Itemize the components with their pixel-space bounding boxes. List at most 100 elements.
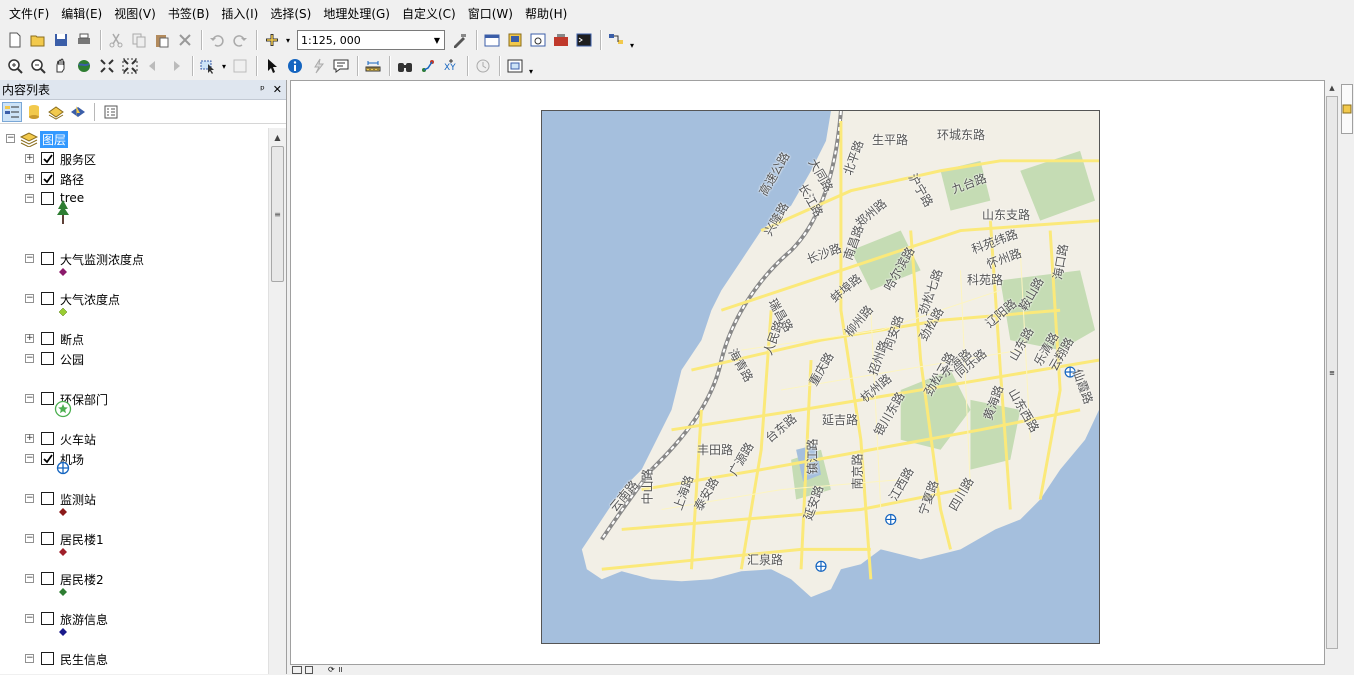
collapse-icon[interactable]: − xyxy=(25,394,34,403)
undo-icon[interactable] xyxy=(206,29,228,51)
map-scale-combo[interactable]: 1:125, 000 ▼ xyxy=(297,30,445,50)
scroll-up-icon[interactable]: ▲ xyxy=(269,128,286,146)
layer-row[interactable]: − 居民楼2 xyxy=(0,570,260,588)
html-popup-icon[interactable] xyxy=(330,55,352,77)
list-by-drawing-order-icon[interactable] xyxy=(2,101,22,122)
toolbar-overflow-icon[interactable]: ▾ xyxy=(527,56,535,76)
layer-visibility-checkbox[interactable] xyxy=(41,192,54,205)
expand-icon[interactable]: + xyxy=(25,154,34,163)
layer-visibility-checkbox[interactable] xyxy=(41,252,54,265)
expand-icon[interactable]: + xyxy=(25,174,34,183)
data-view-icon[interactable] xyxy=(292,665,302,674)
create-viewer-icon[interactable] xyxy=(504,55,526,77)
table-icon[interactable] xyxy=(481,29,503,51)
layer-name[interactable]: 服务区 xyxy=(60,151,96,168)
full-extent-icon[interactable] xyxy=(73,55,95,77)
layer-visibility-checkbox[interactable] xyxy=(41,432,54,445)
hyperlink-icon[interactable] xyxy=(307,55,329,77)
layer-row[interactable]: − 大气监测浓度点 xyxy=(0,250,260,268)
options-icon[interactable] xyxy=(101,102,121,122)
refresh-icon[interactable]: ⟳ xyxy=(328,665,335,674)
collapse-icon[interactable]: − xyxy=(25,614,34,623)
measure-icon[interactable] xyxy=(362,55,384,77)
zoom-out-icon[interactable] xyxy=(27,55,49,77)
layer-visibility-checkbox[interactable] xyxy=(41,612,54,625)
layer-row[interactable]: − 居民楼1 xyxy=(0,530,260,548)
save-icon[interactable] xyxy=(50,29,72,51)
menu-item[interactable]: 地理处理(G) xyxy=(317,3,396,25)
layer-name[interactable]: 旅游信息 xyxy=(60,611,108,628)
editor-icon[interactable] xyxy=(449,29,471,51)
map-view[interactable]: 生平路 环城东路 大同路 长江路 北平路 高速公路 沪宁路 九台路 山东支路 郑州路 兴隆路 长沙路南… xyxy=(290,80,1325,665)
add-data-icon[interactable] xyxy=(261,29,283,51)
dropdown-arrow-icon[interactable]: ▾ xyxy=(284,29,292,51)
model-builder-icon[interactable] xyxy=(605,29,627,51)
pan-icon[interactable] xyxy=(50,55,72,77)
layer-name[interactable]: 路径 xyxy=(60,171,84,188)
map-scrollbar[interactable]: ▲ ≡ xyxy=(1325,80,1339,665)
new-icon[interactable] xyxy=(4,29,26,51)
layer-visibility-checkbox[interactable] xyxy=(41,572,54,585)
menu-item[interactable]: 插入(I) xyxy=(215,3,264,25)
expand-icon[interactable]: + xyxy=(25,334,34,343)
zoom-in-icon[interactable] xyxy=(4,55,26,77)
select-features-icon[interactable] xyxy=(197,55,219,77)
back-icon[interactable] xyxy=(142,55,164,77)
layer-row[interactable]: + 路径 xyxy=(0,170,260,188)
delete-icon[interactable] xyxy=(174,29,196,51)
redo-icon[interactable] xyxy=(229,29,251,51)
collapse-icon[interactable]: − xyxy=(25,494,34,503)
layer-row[interactable]: − 旅游信息 xyxy=(0,610,260,628)
find-icon[interactable] xyxy=(394,55,416,77)
layer-visibility-checkbox[interactable] xyxy=(41,292,54,305)
catalog-dock-tab[interactable] xyxy=(1341,84,1353,134)
collapse-icon[interactable]: − xyxy=(6,134,15,143)
layer-row[interactable]: + 火车站 xyxy=(0,430,260,448)
select-elements-icon[interactable] xyxy=(261,55,283,77)
layer-name[interactable]: 断点 xyxy=(60,331,84,348)
collapse-icon[interactable]: − xyxy=(25,254,34,263)
expand-icon[interactable]: + xyxy=(25,434,34,443)
layer-visibility-checkbox[interactable] xyxy=(41,532,54,545)
python-icon[interactable] xyxy=(573,29,595,51)
layer-visibility-checkbox[interactable] xyxy=(41,332,54,345)
pause-icon[interactable]: ॥ xyxy=(338,664,343,675)
list-by-selection-icon[interactable] xyxy=(68,102,88,122)
layer-visibility-checkbox[interactable] xyxy=(41,152,54,165)
collapse-icon[interactable]: − xyxy=(25,654,34,663)
menu-item[interactable]: 窗口(W) xyxy=(462,3,519,25)
layer-visibility-checkbox[interactable] xyxy=(41,352,54,365)
goto-xy-icon[interactable]: XY xyxy=(440,55,462,77)
layers-root-label[interactable]: 图层 xyxy=(40,131,69,148)
fixed-zoom-in-icon[interactable] xyxy=(96,55,118,77)
forward-icon[interactable] xyxy=(165,55,187,77)
layer-visibility-checkbox[interactable] xyxy=(41,652,54,665)
open-icon[interactable] xyxy=(27,29,49,51)
time-slider-icon[interactable] xyxy=(472,55,494,77)
layer-row[interactable]: + 服务区 xyxy=(0,150,260,168)
chevron-down-icon[interactable]: ▼ xyxy=(430,31,444,49)
layout-view-icon[interactable] xyxy=(305,665,313,674)
menu-item[interactable]: 编辑(E) xyxy=(55,3,108,25)
list-by-source-icon[interactable] xyxy=(24,102,44,122)
clear-selection-icon[interactable] xyxy=(229,55,251,77)
catalog-icon[interactable] xyxy=(504,29,526,51)
collapse-icon[interactable]: − xyxy=(25,354,34,363)
fixed-zoom-out-icon[interactable] xyxy=(119,55,141,77)
layer-row[interactable]: − 大气浓度点 xyxy=(0,290,260,308)
layer-name[interactable]: 火车站 xyxy=(60,431,96,448)
layer-name[interactable]: 公园 xyxy=(60,351,84,368)
layer-row[interactable]: − 公园 xyxy=(0,350,260,368)
search-window-icon[interactable] xyxy=(527,29,549,51)
dropdown-arrow-icon[interactable]: ▾ xyxy=(220,55,228,77)
layer-row[interactable]: − 机场 xyxy=(0,450,260,468)
layer-row[interactable]: − 民生信息 xyxy=(0,650,260,668)
scroll-up-icon[interactable]: ▲ xyxy=(1325,80,1339,96)
menu-item[interactable]: 书签(B) xyxy=(162,3,216,25)
layer-visibility-checkbox[interactable] xyxy=(41,172,54,185)
layer-row[interactable]: − 环保部门 xyxy=(0,390,260,408)
list-by-visibility-icon[interactable] xyxy=(46,102,66,122)
paste-icon[interactable] xyxy=(151,29,173,51)
menu-item[interactable]: 选择(S) xyxy=(264,3,317,25)
collapse-icon[interactable]: − xyxy=(25,294,34,303)
